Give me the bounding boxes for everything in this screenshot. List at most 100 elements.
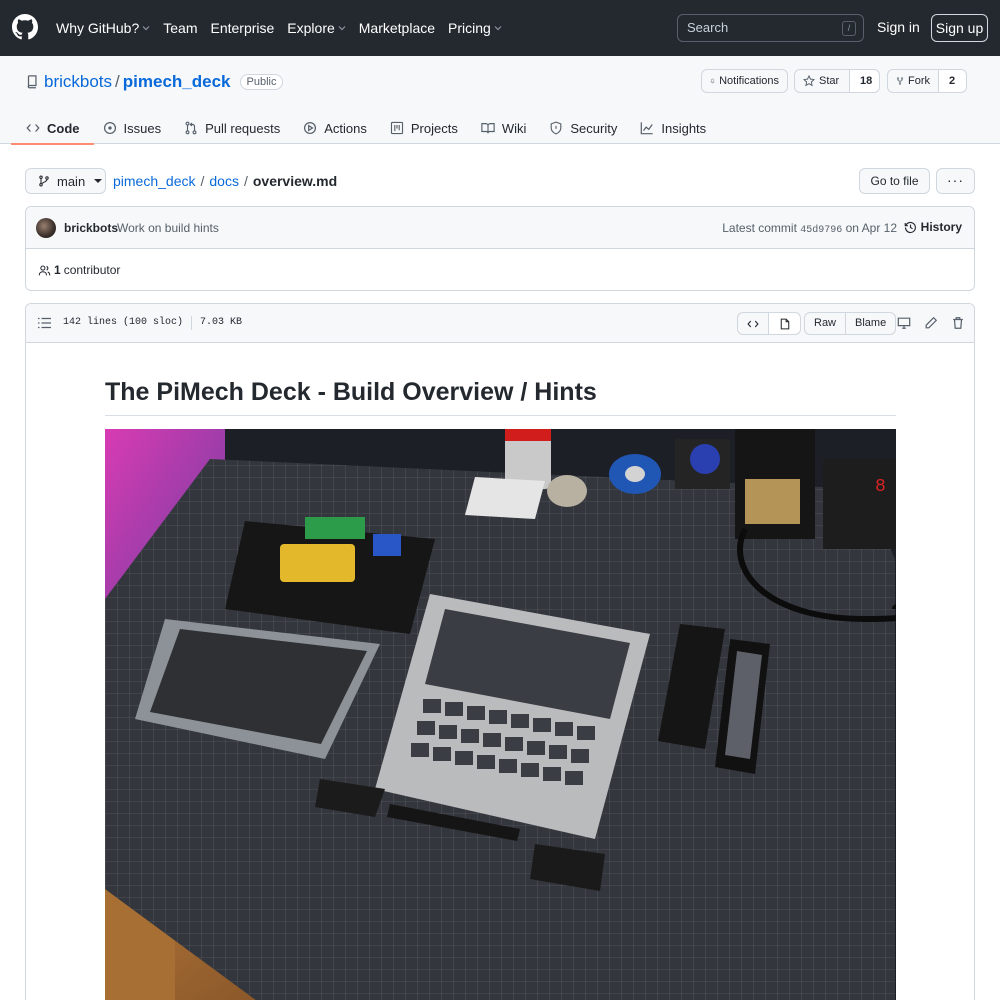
issue-icon [103,121,116,135]
global-nav-label: Enterprise [210,20,275,36]
global-nav-item-marketplace[interactable]: Marketplace [359,20,435,36]
source-view-button[interactable] [737,312,769,335]
raw-button[interactable]: Raw [804,312,847,335]
tab-insights[interactable]: Insights [640,112,706,144]
contributors-label: contributor [63,263,121,277]
shield-icon [551,121,562,135]
history-link[interactable]: History [904,220,962,234]
divider [191,316,193,330]
breadcrumb-folder[interactable]: docs [209,173,239,189]
repo-tabs: Code Issues Pull requests Actions Projects Wi… [11,112,729,145]
book-icon [481,123,495,134]
tab-code[interactable]: Code [11,112,93,145]
graph-icon [641,122,654,135]
sign-up-button[interactable]: Sign up [931,14,988,42]
rendered-view-button[interactable] [769,312,801,335]
markdown-body: The PiMech Deck - Build Overview / Hints [105,377,896,1000]
breadcrumb-file: overview.md [252,173,338,189]
file-line-count: 142 lines (100 sloc) [63,317,184,328]
branch-selector[interactable]: main [25,168,106,194]
commit-message-link[interactable]: Work on build hints [117,221,219,235]
more-options-button[interactable]: ··· [936,168,975,194]
svg-text:8: 8 [875,477,886,497]
repo-title: brickbots / pimech_deck Public [26,72,284,92]
blame-button[interactable]: Blame [846,312,897,335]
global-nav-label: Pricing [448,20,491,36]
tab-label: Security [570,120,618,136]
repo-name-link[interactable]: pimech_deck [123,72,231,92]
star-label: Star [819,75,840,87]
outline-list-icon[interactable] [38,317,51,329]
global-nav-item-explore[interactable]: Explore [287,20,346,36]
chevron-down-icon [142,26,150,31]
chevron-down-icon [94,179,103,183]
pencil-icon[interactable] [924,316,938,330]
bell-icon [710,78,715,84]
latest-commit-box: brickbots Work on build hints Latest com… [25,206,975,291]
global-header: Why GitHub? Team Enterprise Explore Marketpl… [0,0,1000,56]
trash-icon[interactable] [951,316,965,330]
tab-label: Wiki [501,120,527,136]
chevron-down-icon [338,26,346,31]
view-toggle [737,312,801,335]
repo-header: brickbots / pimech_deck Public Notificat… [0,56,1000,145]
file-info: 142 lines (100 sloc) 7.03 KB [63,316,243,330]
commit-meta: Latest commit 45d9796 on Apr 12 [722,221,897,236]
contributors-link[interactable]: 1 contributor [38,263,120,277]
commit-date: on Apr 12 [845,221,897,235]
tab-wiki[interactable]: Wiki [481,112,527,144]
code-icon [26,124,40,132]
file-icon [780,318,789,329]
tab-label: Pull requests [205,120,281,136]
pull-request-icon [185,121,197,135]
chevron-down-icon [494,26,502,31]
global-nav-label: Explore [287,20,335,36]
breadcrumb-separator: / [200,173,205,189]
notifications-button[interactable]: Notifications [701,69,788,93]
breadcrumb-repo[interactable]: pimech_deck [113,173,196,189]
avatar[interactable] [36,218,56,238]
tab-actions[interactable]: Actions [303,112,367,144]
page-title: The PiMech Deck - Build Overview / Hints [105,377,896,416]
tab-label: Actions [324,120,367,136]
breadcrumb-separator: / [243,173,248,189]
branch-icon [39,175,49,187]
search-placeholder: Search [687,20,729,35]
fork-count[interactable]: 2 [939,69,967,93]
global-nav-item-why-github[interactable]: Why GitHub? [56,20,150,36]
history-icon [904,221,916,233]
file-size: 7.03 KB [200,317,243,328]
fork-button[interactable]: Fork [887,69,939,93]
global-nav-item-enterprise[interactable]: Enterprise [210,20,274,36]
commit-author-link[interactable]: brickbots [64,221,118,235]
repo-icon [27,75,37,89]
file-viewer: 142 lines (100 sloc) 7.03 KB Raw Blame T… [25,303,975,1000]
desktop-icon[interactable] [897,316,911,330]
star-count[interactable]: 18 [850,69,880,93]
go-to-file-button[interactable]: Go to file [859,168,930,194]
tab-security[interactable]: Security [549,112,617,144]
star-group: Star 18 [794,69,880,93]
tab-pull-requests[interactable]: Pull requests [184,112,280,144]
search-input[interactable]: Search / [677,14,864,42]
project-icon [390,121,403,135]
repo-owner-link[interactable]: brickbots [44,72,112,92]
latest-commit-label: Latest commit [722,221,797,235]
search-shortcut-key: / [842,21,856,36]
star-icon [803,75,815,87]
code-icon [747,320,759,327]
global-nav-item-team[interactable]: Team [163,20,197,36]
star-button[interactable]: Star [794,69,850,93]
raw-blame-group: Raw Blame [804,312,897,335]
file-header: 142 lines (100 sloc) 7.03 KB Raw Blame [26,304,974,343]
tab-issues[interactable]: Issues [103,112,161,144]
commit-sha-link[interactable]: 45d9796 [800,225,842,236]
github-logo-icon[interactable] [12,14,38,40]
fork-label: Fork [908,75,930,87]
global-nav-item-pricing[interactable]: Pricing [448,20,502,36]
tab-projects[interactable]: Projects [390,112,458,144]
commit-header: brickbots Work on build hints Latest com… [26,207,974,249]
sign-in-link[interactable]: Sign in [877,19,920,35]
tab-label: Code [47,120,80,136]
branch-name: main [57,173,86,189]
